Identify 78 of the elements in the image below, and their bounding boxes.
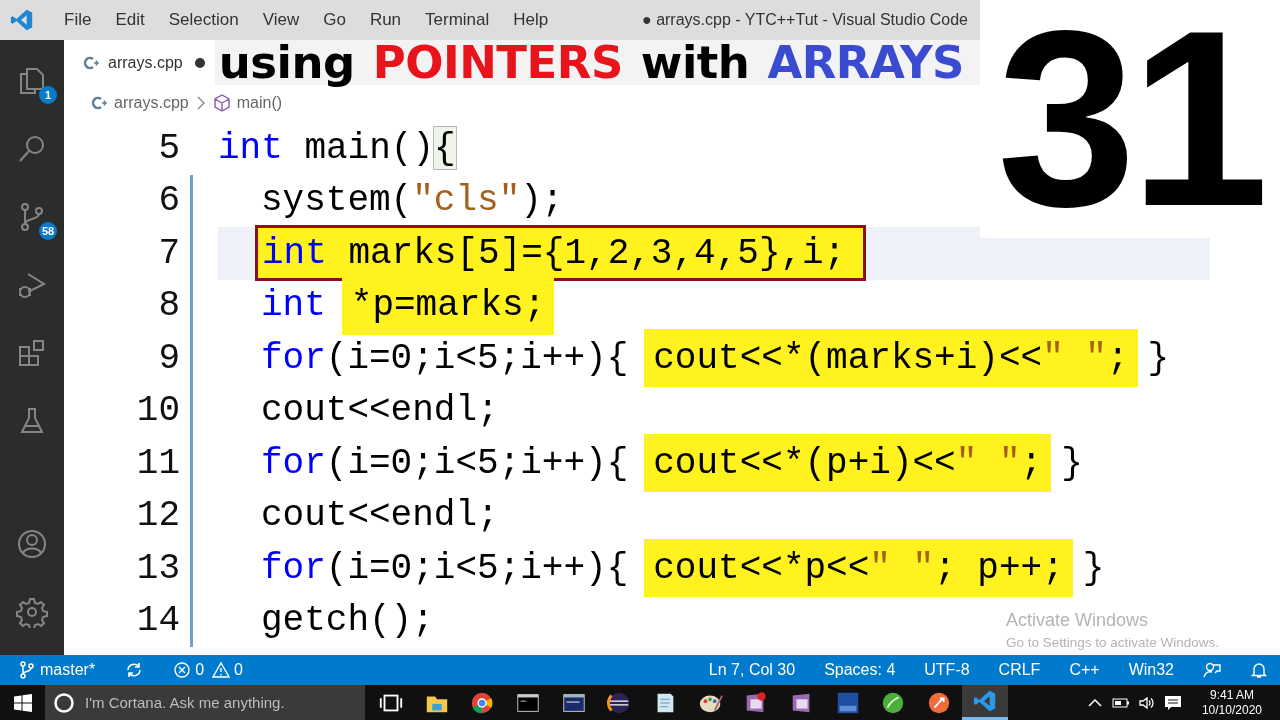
account-icon [16,528,48,560]
feedback-icon[interactable] [1203,661,1221,679]
highlighted-code: cout<<*p<<" "; p++; [644,539,1073,598]
code-text: } [1082,546,1105,591]
activation-message: Go to Settings to activate Windows. [1006,635,1220,650]
menu-item[interactable]: Edit [103,10,157,30]
activity-button[interactable]: 1 [7,56,57,106]
code-text: system("cls"); [261,179,564,224]
notification-icon[interactable] [1163,693,1182,712]
line-number: 14 [135,600,180,642]
code-text: int main() [218,126,435,171]
menu-item[interactable]: Go [311,10,358,30]
video-title-word: with [640,36,750,89]
error-icon [173,661,192,679]
highlighted-code: cout<<*(marks+i)<<" "; [644,329,1138,388]
editor-tab[interactable]: arrays.cpp [64,40,215,85]
search-field[interactable]: I'm Cortana. Ask me anything. [45,685,365,720]
cube-icon [212,93,231,112]
menu-item[interactable]: View [250,10,312,30]
code-text: } [1061,441,1083,486]
taskbar-button[interactable] [961,685,1008,720]
count-badge: 1 [39,86,57,104]
sync-icon[interactable] [125,661,144,679]
branch-icon [18,661,36,679]
menu-item[interactable]: Selection [156,10,251,30]
line-number: 12 [135,495,180,537]
video-title-word: using [218,36,355,89]
status-item[interactable]: Win32 [1128,661,1174,679]
activation-title: Activate Windows [1006,610,1150,631]
ring-icon [53,691,75,714]
video-title-word: POINTERS [372,36,623,89]
status-item[interactable]: Ln 7, Col 30 [708,661,796,679]
clock-time: 9:41 AM [1209,687,1254,703]
warning-count: 0 [234,661,243,679]
matched-bracket: { [434,127,456,170]
code-text: cout<<endl; [261,494,499,539]
code-text: } [1147,336,1170,381]
settings-icon [16,596,48,628]
window-title: ● arrays.cpp - YTC++Tut - Visual Studio Code [642,11,968,29]
code-editor-icon [971,688,998,714]
code-text: cout<<endl; [261,389,499,434]
boxed-code: int marks[5]={1,2,3,4,5},i; [255,225,867,282]
highlighted-code: cout<<*(p+i)<<" "; [644,434,1052,493]
status-item[interactable]: UTF-8 [924,661,970,679]
line-number: 11 [135,442,180,484]
line-number: 9 [157,337,180,379]
count-badge: 58 [39,222,57,240]
line-number: 7 [157,232,180,274]
line-number: 6 [157,180,180,222]
error-count: 0 [195,661,205,679]
clock-date: 10/10/2020 [1201,702,1262,718]
status-item[interactable]: CRLF [998,661,1041,679]
menu-item[interactable]: File [52,10,104,30]
code-text: for(i=0;i<5;i++){ [261,336,629,381]
breadcrumb-item[interactable]: main() [236,93,283,112]
line-number: 5 [157,127,180,169]
status-item[interactable]: C++ [1069,661,1100,679]
menu-item[interactable]: Terminal [413,10,502,30]
code-text: for(i=0;i<5;i++){ [261,441,629,486]
activity-button[interactable]: 58 [7,192,57,242]
menu-item[interactable]: Run [357,10,414,30]
line-number: 10 [135,390,180,432]
line-number: 8 [157,285,180,327]
branch-status[interactable]: master* [18,661,96,679]
code-text: int [261,284,326,329]
highlighted-code: *p=marks; [341,276,555,335]
breadcrumb-item[interactable]: arrays.cpp [114,93,189,112]
video-title-word: ARRAYS [767,36,965,89]
app-logo-icon [9,7,35,33]
menu-item[interactable]: Help [501,10,561,30]
episode-number: 31 [980,0,1280,238]
code-text: for(i=0;i<5;i++){ [261,546,629,591]
line-number: 13 [135,547,180,589]
status-item[interactable]: Spaces: 4 [824,661,896,679]
code-text: getch(); [261,599,434,644]
warning-icon [212,661,231,679]
bell-icon[interactable] [1250,661,1268,679]
windows-start-icon[interactable] [13,693,32,712]
